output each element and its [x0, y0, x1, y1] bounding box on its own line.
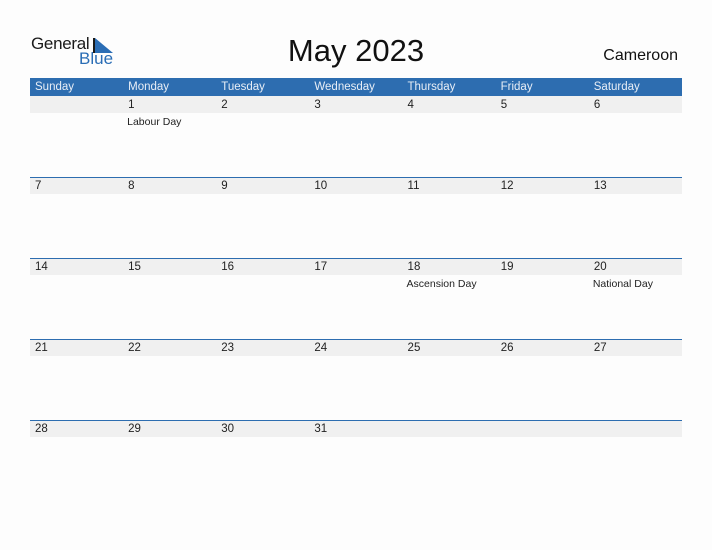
day-cell: 12: [496, 177, 589, 258]
day-cell: 16: [216, 258, 309, 339]
day-cell: 9: [216, 177, 309, 258]
day-cell: 2: [216, 96, 309, 177]
day-cell: 18 Ascension Day: [403, 258, 496, 339]
day-cell: 6: [589, 96, 682, 177]
holiday-label: Labour Day: [127, 116, 182, 128]
day-number: 16: [221, 261, 235, 273]
day-number: 23: [221, 342, 235, 354]
day-number: 5: [500, 99, 508, 111]
day-cell: [403, 420, 496, 501]
day-cell: 5: [496, 96, 589, 177]
day-cell: 17: [309, 258, 402, 339]
day-cell: 20 National Day: [589, 258, 682, 339]
weekday-wednesday: Wednesday: [314, 81, 375, 93]
day-number: 29: [128, 423, 141, 435]
day-number: 11: [407, 180, 420, 192]
day-number: 19: [500, 261, 514, 273]
day-cell: 13: [589, 177, 682, 258]
day-cell: 29: [123, 420, 216, 501]
day-number: 2: [221, 99, 228, 111]
day-number: 10: [314, 180, 328, 192]
country-label: Cameroon: [603, 47, 678, 64]
day-number: 7: [35, 180, 42, 192]
day-number: 21: [35, 342, 48, 354]
day-number: 26: [500, 342, 514, 354]
holiday-label: National Day: [592, 278, 653, 290]
day-cell: 7: [30, 177, 123, 258]
day-cell: [496, 420, 589, 501]
day-number: 1: [128, 99, 135, 111]
day-cell: 28: [30, 420, 123, 501]
week-row: 7 8 9 10 11 12 13: [30, 177, 682, 258]
day-number: 12: [500, 180, 514, 192]
weekday-header: Sunday Monday Tuesday Wednesday Thursday…: [30, 78, 682, 96]
weekday-saturday: Saturday: [593, 81, 640, 93]
week-row: 1 Labour Day 2 3 4 5 6: [30, 96, 682, 177]
week-row: 28 29 30 31: [30, 420, 682, 501]
day-cell: 24: [309, 339, 402, 420]
day-number: 25: [407, 342, 421, 354]
day-cell: 23: [216, 339, 309, 420]
day-number: 6: [593, 99, 601, 111]
day-cell: 21: [30, 339, 123, 420]
day-cell: 8: [123, 177, 216, 258]
day-number: 22: [128, 342, 141, 354]
day-number: 9: [221, 180, 228, 192]
day-cell: [30, 96, 123, 177]
day-cell: 1 Labour Day: [123, 96, 216, 177]
day-number: 8: [128, 180, 135, 192]
day-number: 24: [314, 342, 328, 354]
day-cell: 19: [496, 258, 589, 339]
day-cell: 3: [309, 96, 402, 177]
day-number: 4: [407, 99, 414, 111]
day-cell: 27: [589, 339, 682, 420]
day-cell: 22: [123, 339, 216, 420]
day-cell: 14: [30, 258, 123, 339]
week-row: 14 15 16 17 18 Ascension Day 19 20 National Day: [30, 258, 682, 339]
day-cell: [589, 420, 682, 501]
week-row: 21 22 23 24 25 26 27: [30, 339, 682, 420]
day-number: 30: [221, 423, 235, 435]
day-number: 3: [314, 99, 321, 111]
weekday-monday: Monday: [128, 81, 170, 93]
day-number: 31: [314, 423, 328, 435]
day-number: 15: [128, 261, 141, 273]
day-number: 17: [314, 261, 328, 273]
day-number: 20: [593, 261, 607, 273]
day-cell: 15: [123, 258, 216, 339]
weekday-thursday: Thursday: [407, 81, 456, 93]
day-number: 14: [35, 261, 48, 273]
day-cell: 10: [309, 177, 402, 258]
day-cell: 4: [403, 96, 496, 177]
day-number: 13: [593, 180, 607, 192]
weekday-friday: Friday: [500, 81, 533, 93]
day-number: 27: [593, 342, 607, 354]
day-cell: 30: [216, 420, 309, 501]
day-number: 18: [407, 261, 421, 273]
weekday-tuesday: Tuesday: [221, 81, 265, 93]
holiday-label: Ascension Day: [406, 278, 477, 290]
weekday-sunday: Sunday: [35, 81, 75, 93]
day-cell: 11: [403, 177, 496, 258]
day-cell: 26: [496, 339, 589, 420]
day-cell: 31: [309, 420, 402, 501]
day-cell: 25: [403, 339, 496, 420]
day-number: 28: [35, 423, 48, 435]
